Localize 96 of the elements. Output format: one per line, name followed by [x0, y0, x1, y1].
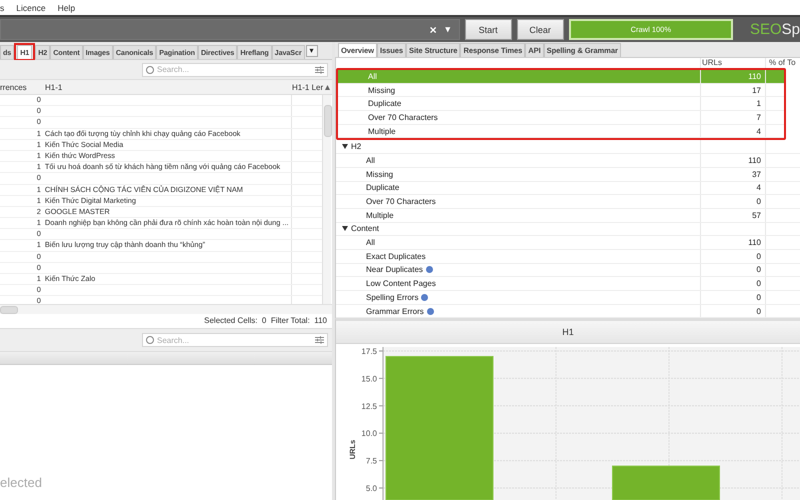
chart-title: H1: [336, 321, 800, 344]
scrollbar-thumb[interactable]: [324, 105, 332, 137]
row-label: Grammar Errors: [366, 306, 424, 316]
row-label: Missing: [368, 86, 396, 95]
filter-icon[interactable]: [315, 66, 324, 74]
row-label: Near Duplicates: [366, 265, 423, 274]
axis-tick: [378, 406, 384, 407]
column-header[interactable]: H1-1 Ler: [292, 80, 322, 94]
row-label: All: [366, 156, 375, 165]
expand-toggle-icon[interactable]: [342, 226, 348, 232]
dropdown-button[interactable]: ▾: [446, 25, 451, 34]
scrollbar[interactable]: [0, 304, 332, 314]
search-icon: [146, 66, 154, 74]
row-count: 0: [756, 306, 761, 316]
clear-button[interactable]: ×: [430, 24, 437, 36]
row-label: Low Content Pages: [366, 279, 436, 288]
info-icon[interactable]: [421, 294, 428, 301]
tree-row[interactable]: Exact Duplicates 0: [336, 250, 800, 264]
filter-icon[interactable]: [315, 336, 324, 344]
tree-row[interactable]: All 110: [336, 154, 800, 168]
toolbar-button[interactable]: Clear: [516, 19, 564, 40]
tree-group-label[interactable]: H2: [351, 142, 362, 152]
row-count: 110: [748, 238, 761, 248]
row-count: 4: [756, 126, 761, 136]
row-label: Multiple: [366, 210, 394, 220]
status-text: Selected Cells: 0 Filter Total: 110: [204, 316, 327, 324]
axis-tick: [378, 460, 384, 462]
row-count: 57: [752, 210, 761, 220]
empty-message: elected: [0, 475, 42, 490]
tree-group-label[interactable]: Content: [351, 224, 380, 234]
row-count: 110: [748, 72, 761, 81]
row-count: 1: [756, 99, 761, 108]
axis-label: 5.0: [366, 484, 377, 494]
expand-toggle-icon[interactable]: [342, 144, 348, 150]
tree-row[interactable]: Over 70 Characters 7: [338, 111, 784, 125]
tree-row[interactable]: All 110: [336, 236, 800, 250]
axis-label: 10.0: [361, 430, 377, 439]
row-count: 0: [756, 279, 761, 288]
tree-row[interactable]: Duplicate 1: [338, 97, 784, 112]
axis-label: 17.5: [361, 347, 377, 356]
scrollbar-thumb[interactable]: [0, 306, 18, 314]
row-label: Over 70 Characters: [366, 197, 436, 206]
row-count: 0: [756, 197, 761, 206]
tree-row[interactable]: Multiple 57: [336, 208, 800, 223]
column-header[interactable]: H1-1: [42, 80, 292, 94]
axis-label: 15.0: [361, 374, 377, 384]
search-icon: [146, 336, 154, 344]
row-label: Multiple: [368, 126, 396, 136]
row-count: 0: [756, 265, 761, 274]
axis-tick: [378, 350, 384, 352]
info-icon[interactable]: [426, 308, 434, 315]
column-header[interactable]: % of To: [765, 58, 800, 69]
column-header[interactable]: URLs: [700, 58, 765, 69]
tree-row[interactable]: Over 70 Characters 0: [336, 195, 800, 209]
row-count: 17: [752, 86, 761, 95]
row-count: 0: [756, 252, 761, 261]
toolbar-button[interactable]: Start: [464, 19, 512, 40]
axis-label: 7.5: [366, 456, 377, 466]
axis-tick: [378, 488, 384, 489]
row-label: All: [368, 72, 377, 81]
url-field[interactable]: × ▾: [0, 19, 460, 40]
info-icon[interactable]: [426, 266, 433, 274]
column-header[interactable]: rrences: [0, 80, 42, 94]
axis-tick: [378, 378, 384, 380]
tree-row[interactable]: Multiple 4: [338, 124, 784, 138]
tree-row[interactable]: Grammar Errors 0: [336, 304, 800, 318]
tree-row[interactable]: Missing 17: [338, 84, 784, 98]
row-label: Spelling Errors: [366, 292, 418, 302]
search-placeholder: Search...: [157, 65, 190, 74]
tree-row[interactable]: Near Duplicates 0: [336, 264, 800, 278]
tree-row[interactable]: Duplicate 4: [336, 182, 800, 196]
row-count: 7: [756, 112, 761, 122]
logo-text: Sp: [782, 21, 800, 38]
row-label: Duplicate: [366, 183, 400, 192]
sort-icon: [325, 82, 330, 92]
row-count: 110: [748, 156, 761, 165]
row-count: 37: [752, 170, 761, 179]
row-count: 4: [756, 183, 761, 192]
menu-item[interactable]: Licence: [16, 2, 46, 12]
row-label: Over 70 Characters: [368, 112, 438, 122]
tree-row[interactable]: Spelling Errors 0: [336, 291, 800, 305]
row-label: All: [366, 238, 375, 248]
search-placeholder: Search...: [157, 336, 190, 344]
row-label: Missing: [366, 170, 394, 179]
menu-item[interactable]: s: [0, 2, 4, 12]
row-label: Exact Duplicates: [366, 252, 426, 261]
axis-tick: [378, 433, 384, 434]
tree-row[interactable]: Missing 37: [336, 168, 800, 182]
menu-item[interactable]: Help: [58, 2, 76, 12]
row-count: 0: [756, 292, 761, 302]
scrollbar[interactable]: [322, 95, 331, 304]
axis-label: 12.5: [361, 402, 377, 412]
logo-text: SEO: [750, 21, 782, 38]
tree-row[interactable]: Low Content Pages 0: [336, 277, 800, 291]
tab-overflow-button[interactable]: ▾: [306, 45, 318, 57]
row-label: Duplicate: [368, 99, 402, 108]
